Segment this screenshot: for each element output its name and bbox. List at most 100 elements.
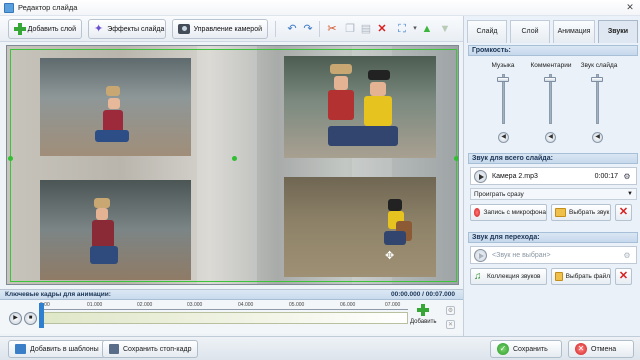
transition-sound-section-title: Звук для перехода: <box>468 232 638 243</box>
photo-subject <box>94 198 110 208</box>
photo-layer-3[interactable] <box>40 180 191 280</box>
photo-subject <box>330 64 352 74</box>
background-pillar <box>197 46 257 284</box>
delete-icon[interactable]: ✕ <box>375 22 389 36</box>
photo-subject <box>384 231 406 245</box>
playhead-marker[interactable] <box>39 303 44 328</box>
photo-subject <box>368 70 390 80</box>
copy-icon[interactable]: ❐ <box>343 22 357 36</box>
add-to-templates-label: Добавить в шаблоны <box>30 345 99 353</box>
play-sound-icon[interactable] <box>474 170 487 183</box>
chevron-down-icon: ▼ <box>627 191 633 197</box>
move-cursor-icon: ✥ <box>385 250 395 262</box>
cancel-button[interactable]: ✕ Отмена <box>568 340 634 358</box>
record-microphone-button[interactable]: Запись с микрофона <box>470 204 547 221</box>
save-frame-label: Сохранить стоп-кадр <box>123 345 192 353</box>
timeline-title: Ключевые кадры для анимации: <box>5 291 111 298</box>
transition-settings-icon[interactable]: ⚙ <box>621 250 633 261</box>
photo-layer-4[interactable] <box>284 177 436 277</box>
tick-label: 05.000 <box>289 302 305 308</box>
resize-handle-right[interactable] <box>454 156 458 161</box>
tick-label: 01.000 <box>87 302 103 308</box>
add-keyframe-label: Добавить <box>410 319 437 325</box>
selection-frame-top <box>10 49 457 50</box>
slide-sound-mute-icon[interactable]: ◀ <box>592 132 603 143</box>
photo-subject <box>328 126 398 146</box>
properties-panel: Слайд Слой Анимация Звуки Громкость: Муз… <box>463 16 640 344</box>
add-keyframe-button[interactable]: Добавить <box>410 304 437 332</box>
checkmark-icon: ✓ <box>497 343 509 355</box>
sound-collection-button[interactable]: ♫ Коллекция звуков <box>470 268 547 285</box>
camera-control-button[interactable]: Управление камерой <box>172 19 268 39</box>
save-button[interactable]: ✓ Сохранить <box>490 340 562 358</box>
play-transition-sound-icon[interactable] <box>474 249 487 262</box>
panel-tabs: Слайд Слой Анимация Звуки <box>464 16 640 43</box>
undo-icon[interactable]: ↶ <box>285 22 299 36</box>
keyframe-delete-icon[interactable]: ✕ <box>446 320 455 329</box>
slide-effects-button[interactable]: ✦ Эффекты слайда <box>88 19 166 39</box>
music-volume-knob[interactable] <box>497 77 509 82</box>
keyframe-track[interactable] <box>40 312 408 324</box>
transition-sound-file[interactable]: <Звук не выбран> ⚙ <box>470 246 637 264</box>
slide-sound-volume-knob[interactable] <box>591 77 603 82</box>
remove-transition-sound-button[interactable]: ✕ <box>615 268 632 285</box>
tick-label: 06.000 <box>340 302 356 308</box>
comments-volume-knob[interactable] <box>544 77 556 82</box>
tab-sounds[interactable]: Звуки <box>598 20 638 43</box>
music-note-icon: ♫ <box>474 270 482 282</box>
tab-layer[interactable]: Слой <box>510 20 550 43</box>
tab-animation[interactable]: Анимация <box>553 20 595 43</box>
tab-slide[interactable]: Слайд <box>467 20 507 43</box>
tick-label: 03.000 <box>187 302 203 308</box>
save-frame-button[interactable]: Сохранить стоп-кадр <box>102 340 199 358</box>
play-mode-select[interactable]: Проиграть сразу ▼ <box>470 188 637 200</box>
save-label: Сохранить <box>513 345 548 353</box>
slide-sound-file[interactable]: Камера 2.mp3 0:00:17 ⚙ <box>470 167 637 185</box>
choose-sound-button[interactable]: Выбрать звук <box>551 204 611 221</box>
photo-layer-2[interactable] <box>284 56 436 158</box>
resize-handle-left[interactable] <box>8 156 13 161</box>
slide-canvas[interactable]: ✥ <box>6 45 459 285</box>
camera-icon <box>178 24 190 34</box>
volume-section-title: Громкость: <box>468 45 638 56</box>
move-down-icon[interactable]: ▼ <box>438 22 452 36</box>
play-button[interactable]: ▶ <box>9 312 22 325</box>
close-window-button[interactable]: ✕ <box>623 1 637 14</box>
choose-sound-label: Выбрать звук <box>569 209 610 216</box>
cut-icon[interactable]: ✂ <box>325 22 339 36</box>
tick-label: 07.000 <box>385 302 401 308</box>
photo-subject <box>334 76 348 90</box>
comments-volume-label: Комментарии <box>530 62 572 69</box>
paste-icon[interactable]: ▤ <box>359 22 373 36</box>
fit-icon[interactable]: ⛶ <box>395 22 409 36</box>
photo-subject <box>364 96 392 126</box>
sound-settings-icon[interactable]: ⚙ <box>621 171 633 182</box>
comments-mute-icon[interactable]: ◀ <box>545 132 556 143</box>
photo-subject <box>106 86 120 96</box>
move-up-icon[interactable]: ▲ <box>420 22 434 36</box>
selection-frame-right <box>456 49 457 282</box>
cancel-label: Отмена <box>591 345 617 353</box>
plus-icon <box>417 304 429 316</box>
timeline-time: 00:00.000 / 00:07.000 <box>391 291 455 298</box>
keyframe-settings-icon[interactable]: ⚙ <box>446 306 455 315</box>
photo-subject <box>328 90 354 120</box>
redo-icon[interactable]: ↷ <box>301 22 315 36</box>
choose-file-button[interactable]: Выбрать файл <box>551 268 611 285</box>
remove-sound-button[interactable]: ✕ <box>615 204 632 221</box>
center-handle[interactable] <box>232 156 237 161</box>
record-label: Запись с микрофона <box>483 209 546 216</box>
folder-icon <box>555 208 566 217</box>
choose-file-label: Выбрать файл <box>565 273 610 280</box>
add-layer-button[interactable]: Добавить слой <box>8 19 82 39</box>
add-layer-label: Добавить слой <box>27 25 76 33</box>
photo-subject <box>92 220 114 248</box>
photo-layer-1[interactable] <box>40 58 191 156</box>
title-bar: Редактор слайда ✕ <box>0 0 640 16</box>
stop-button[interactable]: ■ <box>24 312 37 325</box>
music-mute-icon[interactable]: ◀ <box>498 132 509 143</box>
tick-label: 04.000 <box>238 302 254 308</box>
template-icon <box>15 344 26 354</box>
toolbar-divider <box>319 21 320 37</box>
add-to-templates-button[interactable]: Добавить в шаблоны <box>8 340 106 358</box>
